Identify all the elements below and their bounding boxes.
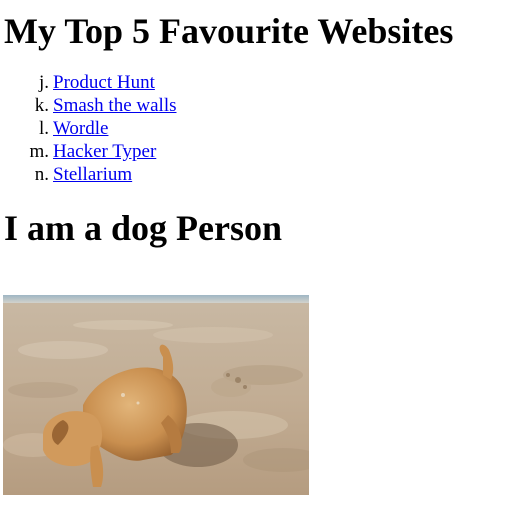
link-smash-the-walls[interactable]: Smash the walls	[53, 95, 177, 116]
link-product-hunt[interactable]: Product Hunt	[53, 72, 155, 93]
list-item: n. Stellarium	[35, 163, 513, 186]
link-hacker-typer[interactable]: Hacker Typer	[53, 141, 156, 162]
page-title: My Top 5 Favourite Websites	[4, 11, 454, 51]
link-wordle[interactable]: Wordle	[53, 118, 108, 139]
list-marker: l.	[38, 118, 49, 139]
list-marker: j.	[38, 72, 49, 93]
list-item: m. Hacker Typer	[29, 140, 513, 163]
list-marker: k.	[34, 95, 49, 116]
list-item: j. Product Hunt	[39, 71, 513, 94]
list-item: l. Wordle	[39, 117, 513, 140]
favourite-sites-list: j. Product Hunt k. Smash the walls l. Wo…	[4, 71, 513, 186]
list-marker: n.	[34, 164, 49, 185]
list-marker: m.	[29, 141, 49, 162]
link-stellarium[interactable]: Stellarium	[53, 164, 132, 185]
section-heading: I am a dog Person	[4, 208, 282, 248]
dog-digging-image	[3, 295, 309, 495]
list-item: k. Smash the walls	[35, 94, 513, 117]
